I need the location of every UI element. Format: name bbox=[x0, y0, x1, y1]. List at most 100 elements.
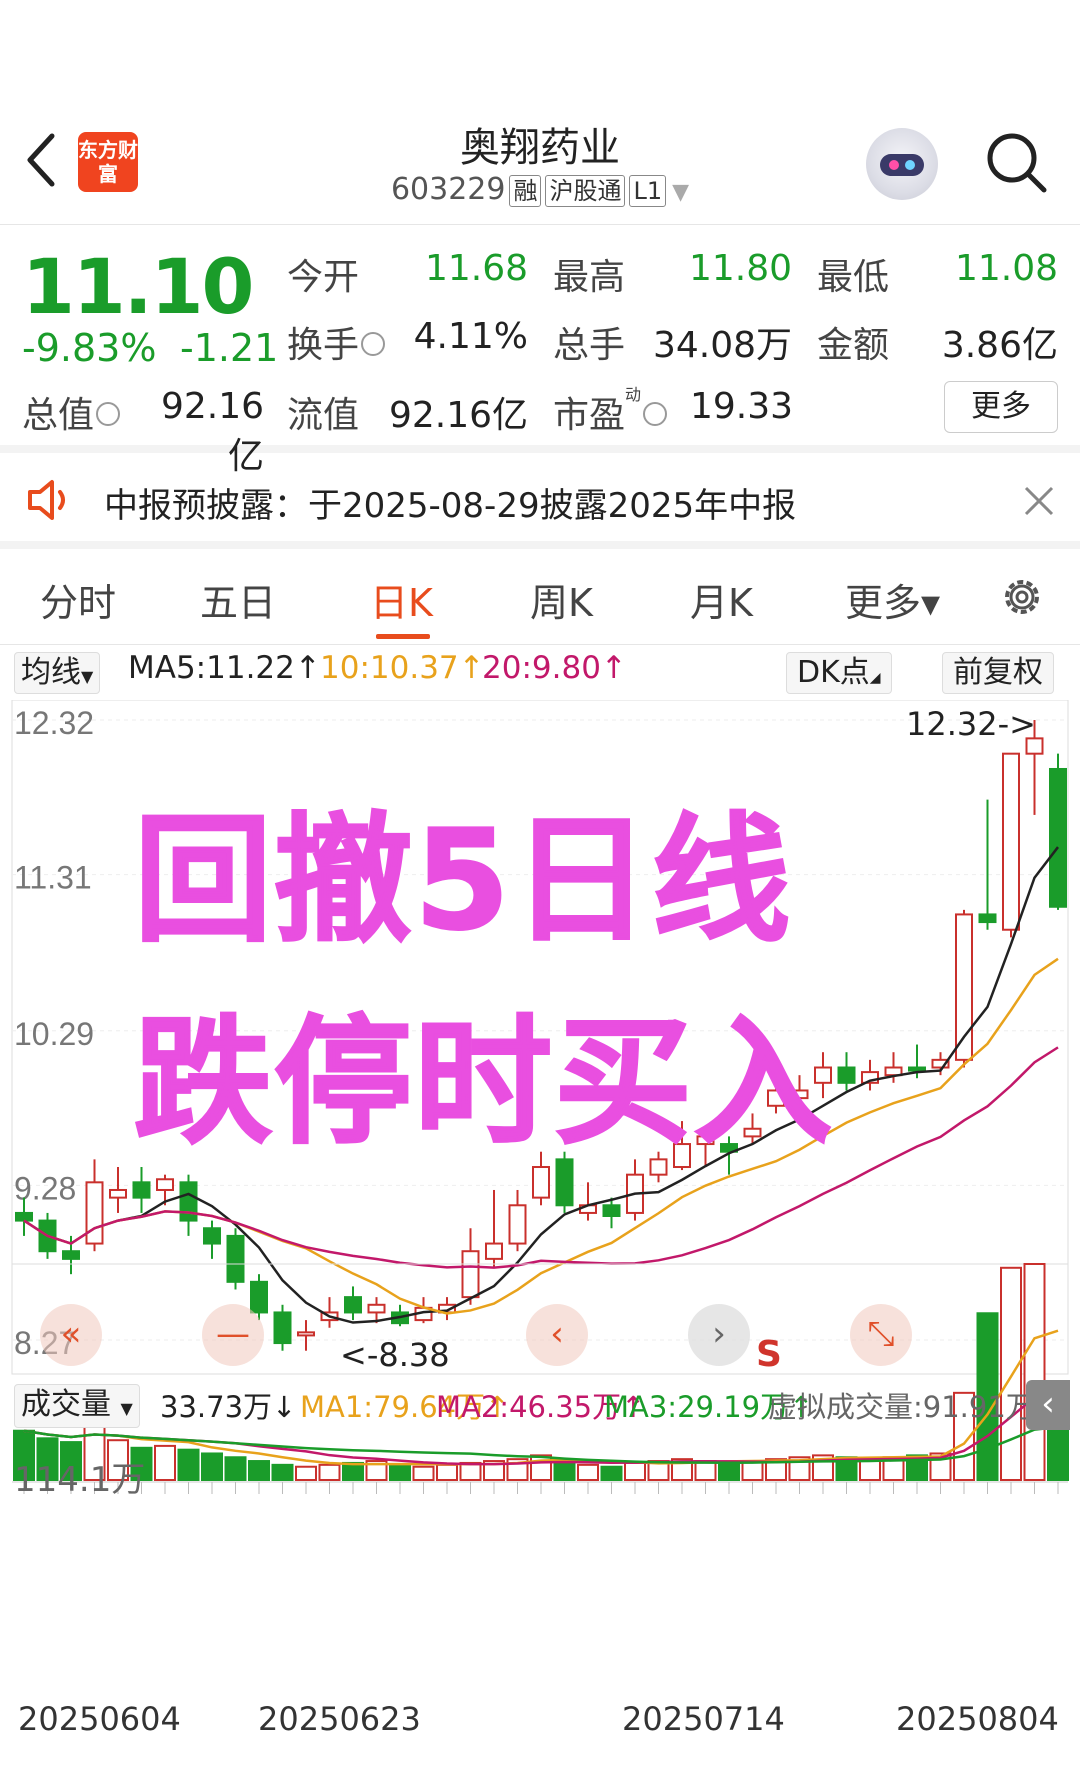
virtual-volume: 虚拟成交量:91.91万 bbox=[768, 1390, 1035, 1424]
candle-body bbox=[978, 913, 997, 924]
low-value: 11.08 bbox=[954, 248, 1058, 289]
ma10-value: 10:10.37↑ bbox=[320, 650, 485, 686]
dropdown-arrow-icon[interactable]: ▼ bbox=[672, 180, 689, 205]
price-axis-label: 12.32 bbox=[14, 705, 94, 741]
candle-body bbox=[250, 1280, 268, 1314]
volume-bar bbox=[389, 1463, 411, 1481]
float-cap-value: 92.16亿 bbox=[388, 395, 528, 436]
turnover-value: 4.11% bbox=[413, 316, 528, 357]
info-icon[interactable] bbox=[361, 332, 386, 356]
candle-body bbox=[226, 1234, 245, 1283]
tab-weekly-k[interactable]: 周K bbox=[530, 572, 593, 627]
volume-value: 34.08万 bbox=[652, 325, 792, 366]
prev-button[interactable]: ‹ bbox=[526, 1304, 588, 1366]
candle-body bbox=[602, 1204, 621, 1217]
next-button[interactable]: › bbox=[688, 1304, 750, 1366]
volume-bar bbox=[412, 1465, 435, 1481]
overlay-caption-line2: 跌停时买入 bbox=[133, 1001, 835, 1164]
stock-code: 603229 bbox=[390, 172, 506, 207]
volume-bar bbox=[624, 1461, 646, 1482]
candle-body bbox=[837, 1066, 856, 1084]
notice-text[interactable]: 中报预披露：于2025-08-29披露2025年中报 bbox=[104, 478, 796, 527]
tag-level: L1 bbox=[629, 175, 667, 207]
tab-daily-k[interactable]: 日K bbox=[370, 572, 433, 627]
turnover-label: 换手 bbox=[287, 316, 386, 368]
close-icon[interactable] bbox=[1022, 484, 1056, 518]
sell-signal-marker: S bbox=[756, 1334, 782, 1375]
adjust-button[interactable]: 前复权 bbox=[942, 652, 1054, 694]
high-annotation: 12.32-> bbox=[906, 705, 1036, 743]
collapse-panel-button[interactable]: ‹ bbox=[1026, 1380, 1070, 1430]
mktcap-label: 总值 bbox=[22, 386, 121, 438]
tab-more[interactable]: 更多▾ bbox=[845, 572, 940, 627]
amount-label: 金额 bbox=[817, 325, 890, 366]
ma5-value: MA5:11.22↑ bbox=[128, 650, 321, 686]
tag-margin: 融 bbox=[509, 175, 542, 207]
date-label: 20250623 bbox=[258, 1700, 421, 1738]
candle-body bbox=[1002, 752, 1020, 931]
volume-label: 总手 bbox=[553, 325, 626, 366]
candle-body bbox=[1049, 767, 1067, 908]
volume-bar bbox=[1000, 1266, 1022, 1482]
candle-body bbox=[297, 1331, 315, 1337]
ma20-value: 20:9.80↑ bbox=[482, 650, 627, 686]
candle-body bbox=[109, 1188, 127, 1199]
volume-selector[interactable]: 成交量 ▼ bbox=[14, 1384, 140, 1428]
tab-monthly-k[interactable]: 月K bbox=[690, 572, 753, 627]
date-label: 20250604 bbox=[18, 1700, 181, 1738]
low-label: 最低 bbox=[817, 257, 890, 298]
price-axis-label: 10.29 bbox=[14, 1016, 94, 1052]
overlay-caption-line1: 回撤5日线 bbox=[133, 799, 793, 962]
volume-bar bbox=[248, 1460, 270, 1481]
candle-body bbox=[532, 1166, 550, 1199]
volume-axis-max: 114.1万 bbox=[14, 1460, 146, 1500]
tab-intraday[interactable]: 分时 bbox=[40, 572, 116, 627]
volume-bar bbox=[1023, 1263, 1046, 1481]
search-icon[interactable] bbox=[984, 130, 1048, 194]
info-icon[interactable] bbox=[96, 402, 121, 426]
candle-body bbox=[908, 1066, 926, 1072]
change-amount: -1.21 bbox=[180, 326, 279, 370]
float-cap-label: 流值 bbox=[287, 395, 360, 436]
high-value: 11.80 bbox=[688, 248, 792, 289]
low-annotation: <-8.38 bbox=[340, 1336, 450, 1374]
ma-selector[interactable]: 均线▼ bbox=[14, 652, 101, 694]
volume-bar bbox=[530, 1454, 552, 1481]
fullscreen-button[interactable]: ⤡ bbox=[850, 1304, 912, 1366]
gear-icon[interactable] bbox=[997, 572, 1047, 622]
date-label: 20250714 bbox=[622, 1700, 785, 1738]
info-icon[interactable] bbox=[643, 402, 668, 426]
candle-body bbox=[179, 1181, 198, 1222]
dk-point-button[interactable]: DK点◢ bbox=[786, 652, 892, 694]
volume-bar bbox=[318, 1463, 341, 1481]
volume-bar bbox=[154, 1444, 176, 1481]
volume-bar bbox=[459, 1461, 482, 1482]
candle-body bbox=[203, 1227, 221, 1245]
candle-body bbox=[156, 1178, 174, 1191]
price-axis-label: 11.31 bbox=[14, 860, 92, 896]
volume-bar bbox=[436, 1463, 458, 1481]
volume-bar bbox=[553, 1460, 576, 1481]
volume-bar bbox=[718, 1461, 740, 1482]
assistant-robot-icon[interactable] bbox=[866, 128, 938, 200]
open-value: 11.68 bbox=[424, 248, 528, 289]
candle-body bbox=[132, 1181, 151, 1199]
top-bar: 东方财富 奥翔药业 603229 融沪股通 L1 ▼ bbox=[0, 0, 1080, 225]
tab-five-day[interactable]: 五日 bbox=[200, 572, 276, 627]
date-label: 20250804 bbox=[896, 1700, 1059, 1738]
active-tab-indicator bbox=[376, 634, 430, 639]
tag-connect: 沪股通 bbox=[545, 175, 626, 207]
more-quote-button[interactable]: 更多 bbox=[944, 381, 1058, 433]
change-percent: -9.83% bbox=[22, 326, 157, 370]
candle-body bbox=[62, 1250, 80, 1260]
volume-current: 33.73万↓ bbox=[160, 1390, 297, 1424]
volume-bar bbox=[342, 1461, 364, 1482]
volume-bar bbox=[201, 1452, 223, 1482]
volume-bar bbox=[577, 1463, 599, 1481]
open-label: 今开 bbox=[287, 257, 360, 298]
volume-bar bbox=[271, 1463, 294, 1481]
rewind-button[interactable]: « bbox=[40, 1304, 102, 1366]
candle-body bbox=[344, 1296, 362, 1314]
candle-body bbox=[85, 1181, 104, 1245]
zoom-out-button[interactable]: — bbox=[202, 1304, 264, 1366]
